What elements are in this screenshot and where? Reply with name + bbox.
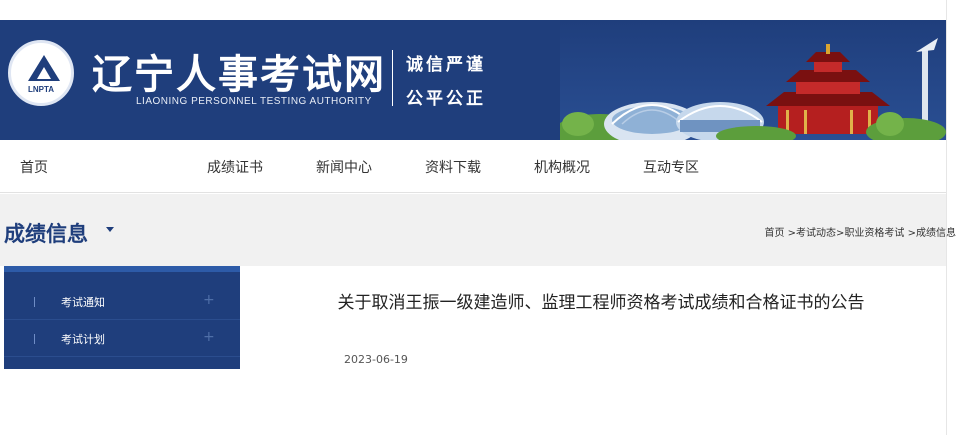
logo-triangle-inner [37, 67, 51, 79]
caret-down-icon[interactable] [106, 227, 114, 232]
banner-divider [392, 50, 393, 106]
plus-icon[interactable]: + [203, 292, 215, 308]
breadcrumb: 首页 >考试动态>职业资格考试 >成绩信息 [764, 224, 956, 239]
scrollbar-gutter [946, 0, 960, 435]
site-subtitle: LIAONING PERSONNEL TESTING AUTHORITY [136, 96, 372, 107]
sidebar-item-label: 考试通知 [61, 296, 105, 309]
logo-abbr: LNPTA [27, 85, 55, 94]
motto-line-1: 诚信严谨 [406, 55, 486, 75]
breadcrumb-qualification-exam[interactable]: 职业资格考试 [844, 228, 904, 239]
top-strip [0, 0, 946, 20]
article-title: 关于取消王振一级建造师、监理工程师资格考试成绩和合格证书的公告 [337, 293, 865, 313]
nav-downloads[interactable]: 资料下载 [425, 157, 481, 177]
article-panel: 关于取消王振一级建造师、监理工程师资格考试成绩和合格证书的公告 2023-06-… [256, 266, 946, 369]
breadcrumb-score-info[interactable]: 成绩信息 [916, 228, 956, 239]
site-logo[interactable]: LNPTA [8, 40, 74, 106]
section-title: 成绩信息 [4, 222, 88, 246]
main-nav: 首页 成绩证书 新闻中心 资料下载 机构概况 互动专区 [0, 140, 946, 193]
section-header: 成绩信息 首页 >考试动态>职业资格考试 >成绩信息 [0, 194, 956, 266]
article-date: 2023-06-19 [344, 353, 408, 366]
breadcrumb-separator: > [784, 228, 797, 239]
page-bottom [0, 369, 946, 435]
sidebar: 考试通知 + 考试计划 + [4, 266, 240, 369]
nav-home[interactable]: 首页 [20, 157, 48, 177]
sidebar-item-label: 考试计划 [61, 333, 105, 346]
sidebar-item-exam-notice[interactable]: 考试通知 + [4, 284, 240, 320]
site-title[interactable]: 辽宁人事考试网 [92, 42, 386, 100]
breadcrumb-separator: > [904, 228, 916, 239]
site-banner: LNPTA 辽宁人事考试网 LIAONING PERSONNEL TESTING… [0, 20, 946, 140]
breadcrumb-exam-news[interactable]: 考试动态 [796, 228, 836, 239]
sidebar-item-exam-plan[interactable]: 考试计划 + [4, 321, 240, 357]
motto-line-2: 公平公正 [406, 89, 486, 109]
sidebar-tick [34, 297, 35, 307]
plus-icon[interactable]: + [203, 329, 215, 345]
nav-interactive[interactable]: 互动专区 [643, 157, 699, 177]
nav-about[interactable]: 机构概况 [534, 157, 590, 177]
sidebar-tick [34, 334, 35, 344]
nav-news-center[interactable]: 新闻中心 [316, 157, 372, 177]
nav-score-certificate[interactable]: 成绩证书 [207, 157, 263, 177]
breadcrumb-home[interactable]: 首页 [764, 228, 784, 239]
landmark-illustration [560, 20, 946, 140]
